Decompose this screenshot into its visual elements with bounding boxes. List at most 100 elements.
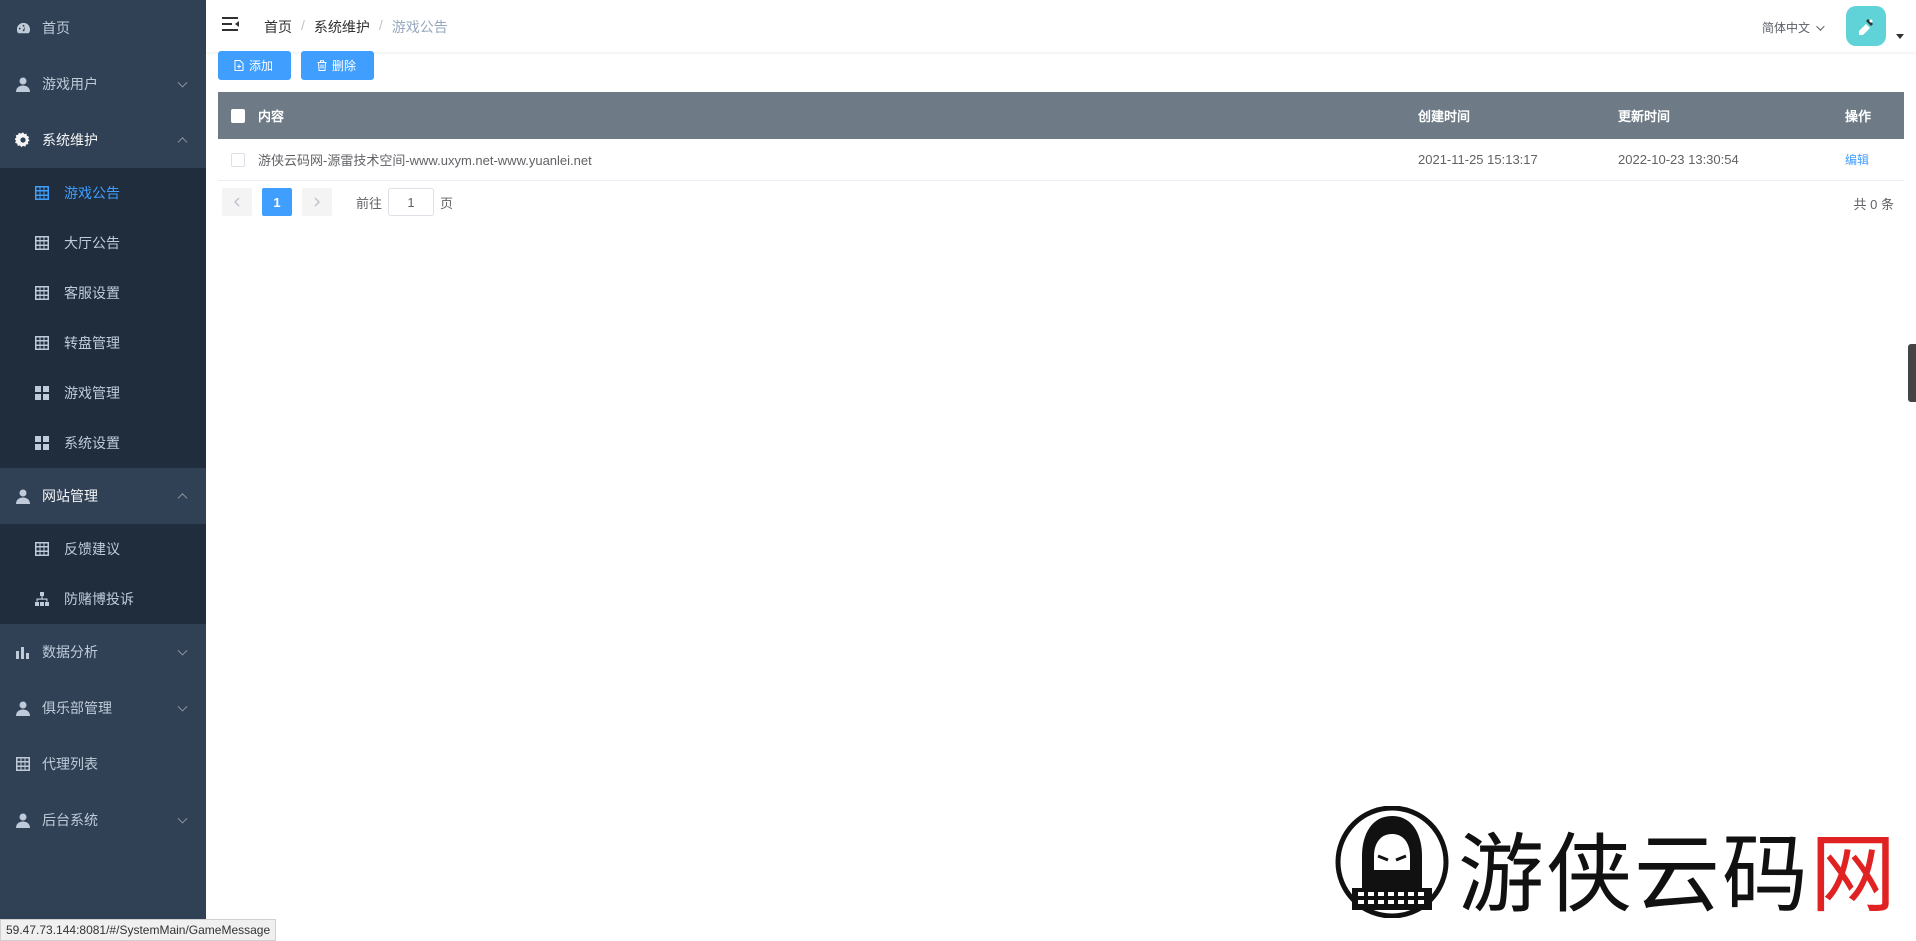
tree-icon: [34, 591, 50, 607]
chevron-right-icon: [314, 197, 321, 207]
breadcrumb-separator: /: [378, 17, 383, 33]
sidebar-item-data-analysis[interactable]: 数据分析: [0, 624, 206, 680]
add-button[interactable]: 添加: [218, 51, 291, 80]
table-header: 内容 创建时间 更新时间 操作: [218, 92, 1904, 139]
sidebar-item-wheel-management[interactable]: 转盘管理: [0, 318, 206, 368]
caret-down-icon[interactable]: [1896, 34, 1904, 39]
sidebar-item-label: 数据分析: [42, 644, 98, 660]
sidebar-item-game-users[interactable]: 游戏用户: [0, 56, 206, 112]
sidebar-item-label: 网站管理: [42, 488, 98, 504]
cell-content: 游侠云码网-源雷技术空间-www.uxym.net-www.yuanlei.ne…: [258, 153, 592, 168]
goto-suffix: 页: [440, 195, 454, 211]
hamburger-icon[interactable]: [222, 16, 242, 36]
apps-icon: [34, 435, 50, 451]
sidebar-item-lobby-notice[interactable]: 大厅公告: [0, 218, 206, 268]
delete-button-label: 删除: [332, 59, 357, 73]
sidebar-item-site-management[interactable]: 网站管理: [0, 468, 206, 524]
table-row: 游侠云码网-源雷技术空间-www.uxym.net-www.yuanlei.ne…: [218, 139, 1904, 181]
sidebar-item-customer-service[interactable]: 客服设置: [0, 268, 206, 318]
chevron-down-icon: [177, 701, 188, 712]
prev-page-button[interactable]: [222, 188, 252, 216]
breadcrumb-current: 游戏公告: [391, 19, 448, 35]
sidebar-item-game-notice[interactable]: 游戏公告: [0, 168, 206, 218]
sidebar-item-club-management[interactable]: 俱乐部管理: [0, 680, 206, 736]
watermark-text-main: 游侠云码: [1458, 825, 1810, 925]
apps-icon: [34, 385, 50, 401]
navbar: 首页 / 系统维护 / 游戏公告 简体中文: [206, 0, 1916, 52]
user-icon: [14, 75, 32, 93]
add-button-label: 添加: [249, 59, 274, 73]
side-drawer-handle[interactable]: [1908, 344, 1916, 402]
sidebar-item-anti-gambling[interactable]: 防赌博投诉: [0, 574, 206, 624]
sidebar-item-system-settings[interactable]: 系统设置: [0, 418, 206, 468]
next-page-button[interactable]: [302, 188, 332, 216]
chevron-down-icon: [1816, 21, 1825, 31]
cell-updated: 2022-10-23 13:30:54: [1618, 152, 1739, 167]
sidebar: 首页 游戏用户 系统维护 游戏公告 大厅公告 客服设置 转盘管理 游戏管理 系统…: [0, 0, 206, 941]
page-jumper: 前往 页: [356, 188, 453, 216]
trash-icon: [317, 60, 327, 71]
user-icon: [14, 487, 32, 505]
sidebar-item-game-management[interactable]: 游戏管理: [0, 368, 206, 418]
avatar[interactable]: [1846, 6, 1886, 46]
sidebar-item-label: 客服设置: [64, 285, 120, 301]
header-created: 创建时间: [1418, 109, 1471, 124]
sidebar-item-feedback[interactable]: 反馈建议: [0, 524, 206, 574]
select-all-checkbox[interactable]: [231, 108, 245, 123]
sidebar-item-system-maintenance[interactable]: 系统维护: [0, 112, 206, 168]
watermark-text-last: 网: [1810, 825, 1898, 925]
sidebar-item-label: 俱乐部管理: [42, 700, 112, 716]
total-count: 共 0 条: [1853, 197, 1894, 212]
sidebar-item-label: 系统维护: [42, 132, 98, 148]
page-number[interactable]: 1: [262, 188, 292, 216]
sidebar-item-backend-system[interactable]: 后台系统: [0, 792, 206, 848]
language-select[interactable]: 简体中文: [1761, 19, 1825, 36]
chevron-left-icon: [233, 197, 240, 207]
breadcrumb-home[interactable]: 首页: [264, 17, 292, 37]
language-label: 简体中文: [1761, 21, 1810, 35]
chevron-up-icon: [177, 493, 188, 504]
goto-prefix: 前往: [356, 195, 383, 211]
sidebar-item-home[interactable]: 首页: [0, 0, 206, 56]
watermark-text: 游侠云码网: [1458, 804, 1898, 929]
grid-icon: [14, 755, 32, 773]
table-icon: [34, 285, 50, 301]
sidebar-item-label: 游戏公告: [64, 185, 120, 201]
sidebar-item-label: 大厅公告: [64, 235, 120, 251]
bar-chart-icon: [14, 643, 32, 661]
main-area: 首页 / 系统维护 / 游戏公告 简体中文 添加 删除 内容 创建时间 更新时间…: [206, 0, 1916, 941]
dashboard-icon: [14, 19, 32, 37]
chevron-up-icon: [177, 137, 188, 148]
browser-status-url: 59.47.73.144:8081/#/SystemMain/GameMessa…: [0, 919, 277, 941]
submenu-system: 游戏公告 大厅公告 客服设置 转盘管理 游戏管理 系统设置: [0, 168, 206, 468]
sidebar-item-label: 游戏用户: [42, 76, 98, 92]
header-updated: 更新时间: [1618, 109, 1671, 124]
breadcrumb-separator: /: [301, 17, 305, 33]
delete-button[interactable]: 删除: [301, 51, 374, 80]
table-icon: [34, 235, 50, 251]
table-icon: [34, 541, 50, 557]
hacker-logo-icon: [1335, 806, 1449, 918]
sidebar-item-agent-list[interactable]: 代理列表: [0, 736, 206, 792]
table-icon: [34, 335, 50, 351]
chevron-down-icon: [177, 645, 188, 656]
pagination: 1 前往 页: [222, 188, 453, 216]
sidebar-item-label: 后台系统: [42, 812, 98, 828]
sidebar-item-label: 代理列表: [42, 756, 98, 772]
submenu-site: 反馈建议 防赌博投诉: [0, 524, 206, 624]
sidebar-item-label: 转盘管理: [64, 335, 120, 351]
gear-icon: [14, 131, 32, 149]
row-checkbox[interactable]: [231, 152, 245, 167]
breadcrumb: 首页 / 系统维护 / 游戏公告: [264, 17, 448, 37]
chevron-down-icon: [177, 77, 188, 88]
chevron-down-icon: [177, 813, 188, 824]
sidebar-item-label: 系统设置: [64, 435, 120, 451]
goto-page-input[interactable]: [388, 188, 435, 216]
header-content: 内容: [258, 109, 285, 124]
edit-link[interactable]: 编辑: [1845, 151, 1869, 168]
sidebar-item-label: 游戏管理: [64, 385, 120, 401]
sidebar-item-label: 防赌博投诉: [64, 591, 134, 607]
file-add-icon: [234, 60, 244, 71]
user-icon: [14, 699, 32, 717]
breadcrumb-system[interactable]: 系统维护: [314, 17, 370, 37]
